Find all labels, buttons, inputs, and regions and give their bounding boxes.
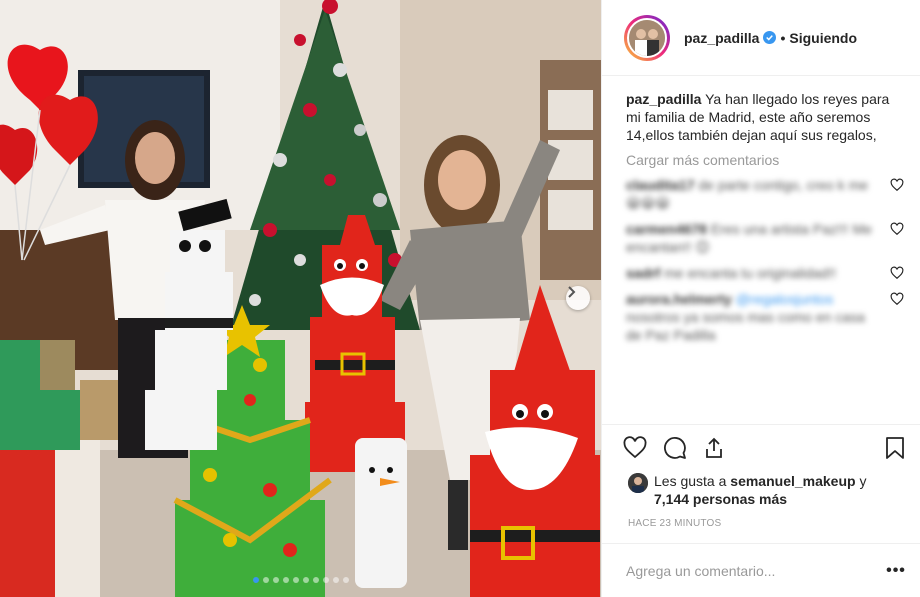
comment-item: claudita17 de parte contigo, creo k me 😀… [626, 176, 904, 212]
carousel-dot [302, 577, 309, 583]
profile-avatar-ring[interactable] [624, 14, 670, 61]
comment-text: nosotros ya somos mas como en casa de Pa… [626, 309, 865, 343]
load-more-comments-button[interactable]: Cargar más comentarios [626, 152, 904, 168]
comment-item: aurora.helmerty @regalosjuntos nosotros … [626, 290, 904, 344]
next-slide-button[interactable] [566, 286, 590, 310]
carousel-dot [332, 577, 339, 583]
post-username[interactable]: paz_padilla [684, 30, 759, 46]
header-separator: • [780, 29, 786, 46]
carousel-dot [342, 577, 349, 583]
likes-prefix: Les gusta a [654, 473, 727, 489]
add-comment-bar: ••• [602, 543, 920, 597]
heart-icon[interactable] [890, 222, 904, 236]
post-side-panel: paz_padilla • Siguiendo paz_padilla Ya h… [601, 0, 920, 597]
comment-input[interactable] [626, 562, 884, 579]
carousel-dot [312, 577, 319, 583]
heart-icon[interactable] [890, 178, 904, 192]
carousel-indicator [0, 577, 601, 583]
post-photo[interactable] [0, 0, 601, 597]
christmas-gifts-scene-image [0, 0, 601, 597]
comment-username[interactable]: claudita17 [626, 177, 694, 193]
liker-avatar-image [628, 473, 648, 493]
comment-item: sadrf me encanta tu originalidad!! [626, 264, 904, 282]
likes-joiner: y [859, 473, 867, 489]
share-button[interactable] [702, 434, 736, 462]
liker-avatar[interactable] [628, 473, 648, 493]
heart-icon[interactable] [890, 266, 904, 280]
comment-mention-link[interactable]: @regalosjuntos [736, 291, 834, 307]
caption-username[interactable]: paz_padilla [626, 91, 701, 107]
comment-item: carmen4678 Eres una artista Paz!!! Me en… [626, 220, 904, 256]
likes-summary: Les gusta a semanuel_makeup y 7,144 pers… [602, 470, 920, 508]
heart-icon [623, 435, 647, 458]
post-timestamp[interactable]: HACE 23 MINUTOS [602, 508, 920, 529]
post-actions-bar [602, 424, 920, 470]
carousel-dot [262, 577, 269, 583]
post-caption: paz_padilla Ya han llegado los reyes par… [626, 90, 904, 144]
comment-button[interactable] [662, 434, 696, 462]
comment-username[interactable]: sadrf [626, 265, 660, 281]
more-options-button[interactable]: ••• [884, 562, 908, 580]
comments-section: paz_padilla Ya han llegado los reyes par… [602, 76, 920, 424]
comment-username[interactable]: carmen4678 [626, 221, 707, 237]
chevron-right-icon [568, 286, 576, 298]
carousel-dot [292, 577, 299, 583]
follow-status-button[interactable]: Siguiendo [789, 30, 857, 46]
comment-username[interactable]: aurora.helmerty [626, 291, 732, 307]
avatar-image [629, 19, 665, 56]
comment-bubble-icon [664, 436, 686, 459]
bookmark-icon [886, 436, 904, 459]
carousel-dot [272, 577, 279, 583]
likes-count-link[interactable]: 7,144 personas más [654, 491, 787, 507]
heart-icon[interactable] [890, 292, 904, 306]
carousel-dot [322, 577, 329, 583]
liker-username[interactable]: semanuel_makeup [730, 473, 855, 489]
instagram-post: paz_padilla • Siguiendo paz_padilla Ya h… [0, 0, 920, 597]
share-icon [706, 437, 722, 458]
carousel-dot [282, 577, 289, 583]
avatar[interactable] [627, 17, 667, 58]
post-header: paz_padilla • Siguiendo [602, 0, 920, 76]
comment-text: me encanta tu originalidad!! [664, 265, 837, 281]
carousel-dot [252, 577, 259, 583]
verified-badge-icon [763, 31, 777, 44]
save-button[interactable] [884, 434, 910, 462]
like-button[interactable] [622, 434, 656, 462]
